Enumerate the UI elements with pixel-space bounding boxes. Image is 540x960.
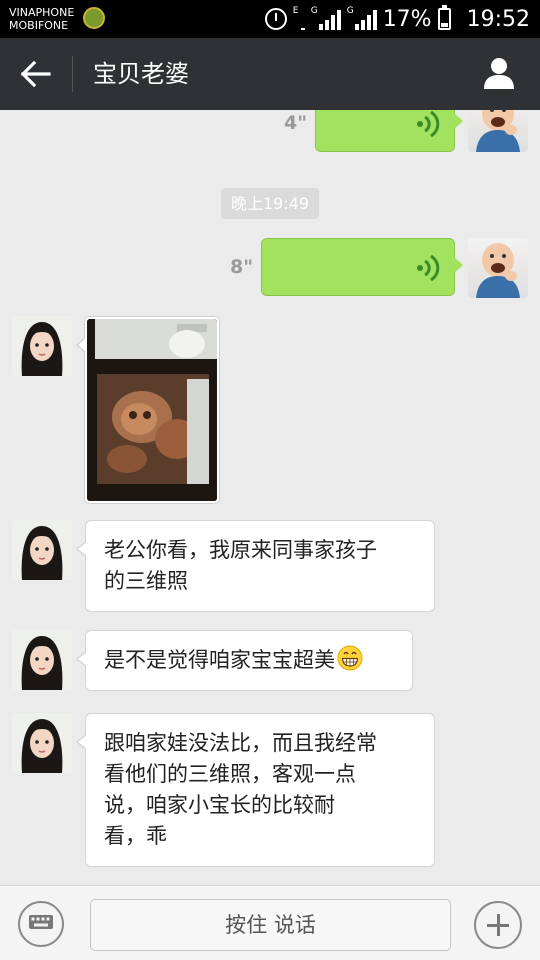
- back-arrow-icon[interactable]: [20, 58, 52, 90]
- chat-header: 宝贝老婆: [0, 38, 540, 110]
- avatar-wife[interactable]: [12, 316, 72, 376]
- voice-wave-icon: [417, 111, 440, 137]
- voice-message-bubble[interactable]: [315, 110, 463, 152]
- message-text-line: 跟咱家娃没法比，而且我经常: [104, 731, 377, 755]
- input-bar: 按住 说话: [0, 885, 540, 960]
- girl-photo: [12, 630, 72, 690]
- girl-photo: [12, 713, 72, 773]
- message-text-line: 的三维照: [104, 569, 188, 593]
- avatar-wife[interactable]: [12, 520, 72, 580]
- message-timestamp: 晚上19:49: [221, 188, 319, 219]
- avatar-me[interactable]: [468, 110, 528, 152]
- keyboard-toggle-button[interactable]: [18, 901, 64, 947]
- voice-duration: 8": [230, 256, 254, 278]
- avatar-wife[interactable]: [12, 713, 72, 773]
- keyboard-icon: [29, 915, 53, 929]
- message-text-line: 看，乖: [104, 824, 167, 848]
- message-text-line: 是不是觉得咱家宝宝超美: [104, 648, 335, 672]
- header-divider: [72, 56, 73, 92]
- baby-photo: [476, 110, 520, 152]
- carrier-line-2: MOBIFONE: [9, 19, 69, 32]
- text-message-bubble[interactable]: 是不是觉得咱家宝宝超美: [76, 630, 413, 691]
- signal-e-icon: E: [292, 6, 305, 30]
- message-text-line: 说，咱家小宝长的比较耐: [104, 793, 335, 817]
- carrier-name: VINAPHONE MOBIFONE: [9, 6, 74, 32]
- network-g-label-2: G: [346, 6, 354, 16]
- message-list[interactable]: 4" 晚上19:49 8" 老公你看，我原来同事家孩子 的三维照 是不是觉得咱家…: [0, 110, 540, 885]
- carrier-line-1: VINAPHONE: [9, 6, 75, 19]
- girl-photo: [12, 520, 72, 580]
- voice-message-bubble[interactable]: [261, 238, 463, 296]
- image-message[interactable]: [76, 316, 220, 504]
- signal-strength-1-icon: G: [310, 6, 341, 30]
- chat-title: 宝贝老婆: [93, 60, 189, 88]
- voice-duration: 4": [284, 112, 308, 134]
- clock-time: 19:52: [466, 6, 530, 32]
- alarm-icon: [264, 8, 287, 30]
- network-g-label-1: G: [310, 6, 318, 16]
- avatar-wife[interactable]: [12, 630, 72, 690]
- avatar-me[interactable]: [468, 238, 528, 298]
- message-text-line: 老公你看，我原来同事家孩子: [104, 538, 377, 562]
- text-message-bubble[interactable]: 跟咱家娃没法比，而且我经常 看他们的三维照，客观一点 说，咱家小宝长的比较耐 看…: [76, 713, 435, 867]
- grin-emoji-icon: [337, 645, 363, 671]
- voice-wave-icon: [417, 255, 440, 281]
- status-bar: VINAPHONE MOBIFONE E G G 17% 19:52: [0, 0, 540, 38]
- battery-icon: [437, 5, 451, 30]
- hold-to-talk-button[interactable]: 按住 说话: [90, 899, 451, 951]
- person-icon[interactable]: [482, 56, 516, 90]
- signal-strength-2-icon: G: [346, 6, 377, 30]
- carrier-logo-icon: [83, 7, 105, 29]
- network-e-label: E: [292, 6, 299, 16]
- plus-icon[interactable]: [474, 901, 522, 949]
- ultrasound-photo: [87, 319, 217, 501]
- text-message-bubble[interactable]: 老公你看，我原来同事家孩子 的三维照: [76, 520, 435, 612]
- baby-photo: [476, 243, 520, 298]
- girl-photo: [12, 316, 72, 376]
- battery-percent: 17%: [382, 6, 432, 32]
- message-text-line: 看他们的三维照，客观一点: [104, 762, 356, 786]
